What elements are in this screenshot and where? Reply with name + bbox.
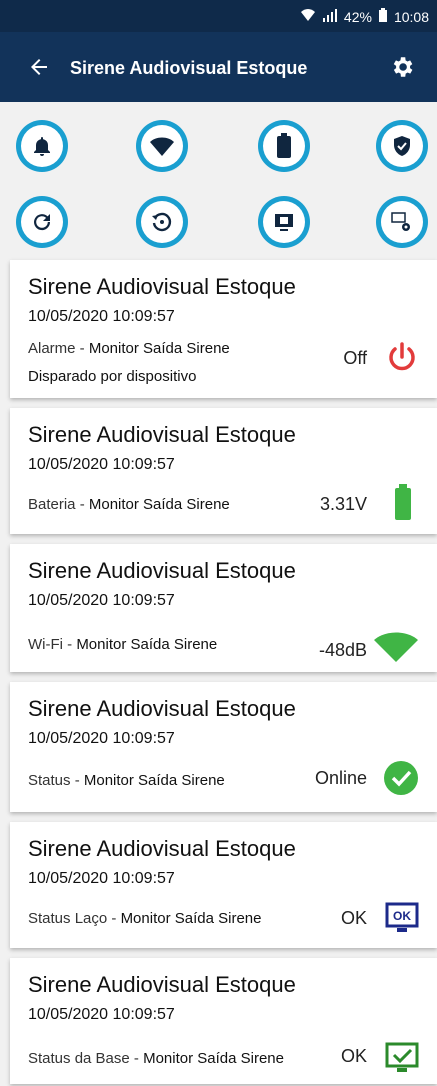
base-value: OK (340, 1046, 367, 1066)
monitor-settings-icon (391, 212, 410, 231)
base-line: Status da Base - Monitor Saída Sirene (28, 1050, 284, 1067)
signal-icon (322, 8, 338, 25)
alarm-button[interactable] (16, 120, 68, 172)
status-source: Monitor Saída Sirene (83, 772, 225, 789)
battery-value: 3.31V (319, 494, 367, 514)
status-line: Status - Monitor Saída Sirene (28, 772, 225, 789)
clock: 10:08 (393, 8, 429, 25)
check-circle-icon (383, 760, 419, 801)
battery-button[interactable] (258, 120, 310, 172)
card-battery: Sirene Audiovisual Estoque 10/05/2020 10… (10, 408, 437, 534)
wifi-icon (150, 137, 174, 156)
wifi-status-icon (300, 8, 316, 25)
wifi-label: Wi-Fi - (28, 636, 77, 653)
alarm-source: Monitor Saída Sirene (88, 340, 230, 357)
gear-icon (393, 57, 413, 77)
card-status: Sirene Audiovisual Estoque 10/05/2020 10… (10, 682, 437, 812)
battery-label: Bateria - (28, 496, 89, 513)
device-actions-grid (0, 102, 437, 252)
loop-label: Status Laço - (28, 910, 121, 927)
battery-line: Bateria - Monitor Saída Sirene (28, 496, 230, 513)
battery-source: Monitor Saída Sirene (88, 496, 230, 513)
refresh-button[interactable] (16, 196, 68, 248)
monitor-icon (275, 214, 293, 231)
card-base-status: Sirene Audiovisual Estoque 10/05/2020 10… (10, 958, 437, 1084)
monitor-button[interactable] (258, 196, 310, 248)
status-indicators: 42% 10:08 (300, 8, 429, 25)
back-button[interactable] (22, 50, 56, 84)
page-title: Sirene Audiovisual Estoque (70, 58, 308, 78)
timestamp: 10/05/2020 10:09:57 (28, 870, 175, 887)
status-button[interactable] (376, 120, 428, 172)
status-label: Status - (28, 772, 84, 789)
alarm-line: Alarme - Monitor Saída Sirene (28, 340, 230, 357)
card-alarm: Sirene Audiovisual Estoque 10/05/2020 10… (10, 260, 437, 398)
alarm-value: Off (343, 348, 367, 368)
base-label: Status da Base - (28, 1050, 144, 1067)
history-icon (152, 212, 172, 232)
settings-button[interactable] (385, 50, 419, 84)
device-title: Sirene Audiovisual Estoque (28, 274, 296, 299)
card-wifi: Sirene Audiovisual Estoque 10/05/2020 10… (10, 544, 437, 672)
alarm-label: Alarme - (28, 340, 89, 357)
device-title: Sirene Audiovisual Estoque (28, 836, 296, 861)
shield-check-icon (394, 136, 410, 156)
power-icon (385, 340, 419, 379)
timestamp: 10/05/2020 10:09:57 (28, 1006, 175, 1023)
arrow-left-icon (31, 59, 47, 75)
history-button[interactable] (136, 196, 188, 248)
ok-monitor-icon: OK (385, 902, 419, 939)
svg-text:OK: OK (393, 909, 411, 923)
loop-value: OK (340, 908, 367, 928)
alarm-extra: Disparado por dispositivo (28, 368, 197, 385)
wifi-value: -48dB (318, 640, 367, 660)
bell-icon (34, 137, 50, 156)
wifi-icon (373, 630, 419, 669)
battery-status-icon (378, 8, 388, 25)
device-title: Sirene Audiovisual Estoque (28, 558, 296, 583)
base-source: Monitor Saída Sirene (143, 1050, 284, 1067)
timestamp: 10/05/2020 10:09:57 (28, 456, 175, 473)
device-title: Sirene Audiovisual Estoque (28, 972, 296, 997)
monitor-settings-button[interactable] (376, 196, 428, 248)
status-value: Online (314, 768, 367, 788)
battery-icon (277, 133, 291, 158)
check-box-monitor-icon (385, 1042, 419, 1079)
wifi-line: Wi-Fi - Monitor Saída Sirene (28, 636, 217, 653)
card-loop-status: Sirene Audiovisual Estoque 10/05/2020 10… (10, 822, 437, 948)
loop-line: Status Laço - Monitor Saída Sirene (28, 910, 261, 927)
device-title: Sirene Audiovisual Estoque (28, 422, 296, 447)
loop-source: Monitor Saída Sirene (120, 910, 262, 927)
timestamp: 10/05/2020 10:09:57 (28, 592, 175, 609)
timestamp: 10/05/2020 10:09:57 (28, 308, 175, 325)
wifi-source: Monitor Saída Sirene (76, 636, 218, 653)
refresh-icon (34, 214, 51, 231)
wifi-button[interactable] (136, 120, 188, 172)
timestamp: 10/05/2020 10:09:57 (28, 730, 175, 747)
battery-percent: 42% (343, 8, 372, 25)
device-title: Sirene Audiovisual Estoque (28, 696, 296, 721)
battery-icon (393, 482, 413, 527)
app-bar: Sirene Audiovisual Estoque (0, 32, 437, 102)
status-bar: 42% 10:08 (0, 0, 437, 32)
